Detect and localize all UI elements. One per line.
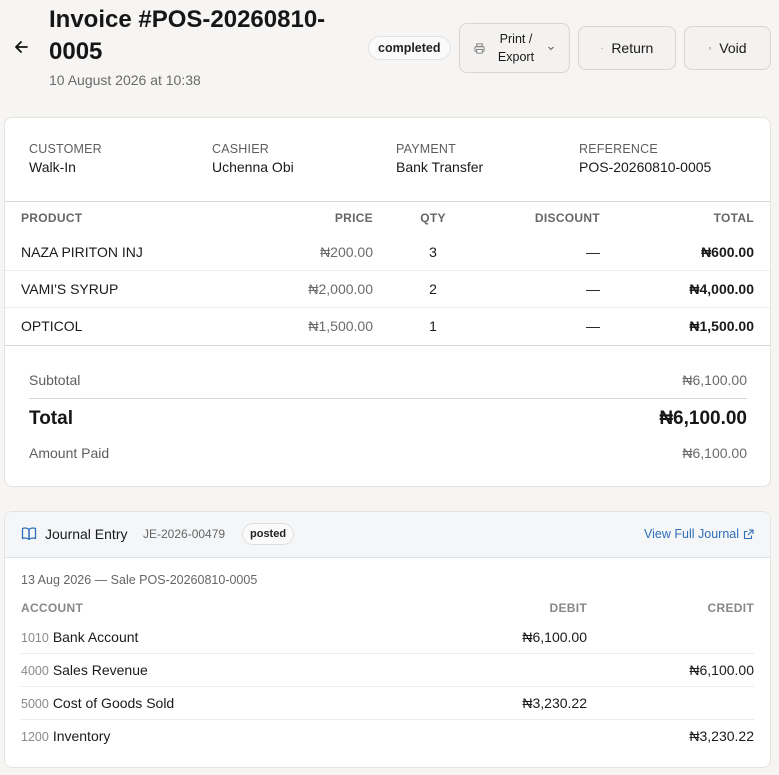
meta-payment: PAYMENT Bank Transfer — [396, 142, 483, 175]
journal-account: 1010 Bank Account — [21, 629, 138, 645]
meta-reference: REFERENCE POS-20260810-0005 — [579, 142, 711, 175]
void-label: Void — [719, 40, 747, 56]
col-debit: DEBIT — [549, 601, 587, 615]
page-header: Invoice #POS-20260810-0005 10 August 202… — [0, 0, 779, 110]
item-qty: 3 — [429, 244, 437, 260]
item-product: VAMI'S SYRUP — [21, 281, 119, 297]
external-link-icon — [743, 528, 754, 539]
account-code: 1200 — [21, 730, 49, 744]
account-name: Inventory — [52, 728, 111, 744]
account-code: 5000 — [21, 697, 49, 711]
item-discount: — — [586, 281, 600, 297]
total-line: Total ₦6,100.00 — [29, 408, 747, 430]
item-price: ₦1,500.00 — [308, 318, 373, 334]
subtotal-value: ₦6,100.00 — [682, 372, 747, 388]
invoice-date: 10 August 2026 at 10:38 — [49, 72, 201, 88]
items-divider — [5, 345, 770, 346]
return-label: Return — [611, 40, 654, 56]
arrow-left-icon — [15, 41, 28, 53]
total-value: ₦6,100.00 — [659, 408, 747, 429]
item-total: ₦1,500.00 — [689, 318, 754, 334]
journal-row: 1200 Inventory ₦3,230.22 — [21, 720, 754, 753]
printer-icon — [474, 42, 485, 54]
meta-value: Uchenna Obi — [212, 159, 294, 175]
item-total: ₦4,000.00 — [689, 281, 754, 297]
journal-debit: ₦6,100.00 — [522, 629, 587, 645]
print-export-label: Print / Export — [497, 32, 535, 64]
back-button[interactable] — [10, 36, 32, 58]
summary-divider — [29, 398, 747, 399]
col-qty: QTY — [420, 211, 446, 225]
void-icon: ▫ — [708, 43, 712, 53]
view-full-journal-link[interactable]: View Full Journal — [644, 527, 754, 541]
col-total: TOTAL — [713, 211, 754, 225]
table-row: OPTICOL ₦1,500.00 1 — ₦1,500.00 — [5, 308, 770, 345]
book-open-icon — [21, 527, 37, 540]
amount-paid-value: ₦6,100.00 — [682, 445, 747, 461]
journal-header: Journal Entry JE-2026-00479 posted View … — [5, 512, 770, 558]
journal-credit: ₦6,100.00 — [689, 662, 754, 678]
total-label: Total — [29, 408, 73, 429]
item-product: OPTICOL — [21, 318, 83, 334]
meta-customer: CUSTOMER Walk-In — [29, 142, 102, 175]
meta-value: Walk-In — [29, 159, 76, 175]
return-icon: · — [600, 43, 604, 53]
col-account: ACCOUNT — [21, 601, 84, 615]
table-row: NAZA PIRITON INJ ₦200.00 3 — ₦600.00 — [5, 234, 770, 271]
journal-entry-card: Journal Entry JE-2026-00479 posted View … — [4, 511, 771, 768]
journal-status-badge: posted — [242, 523, 295, 545]
meta-label: REFERENCE — [579, 142, 658, 156]
page-title: Invoice #POS-20260810-0005 — [49, 6, 326, 65]
amount-paid-label: Amount Paid — [29, 445, 110, 461]
journal-row: 5000 Cost of Goods Sold ₦3,230.22 — [21, 687, 754, 720]
account-name: Cost of Goods Sold — [52, 695, 175, 711]
items-table-header: PRODUCT PRICE QTY DISCOUNT TOTAL — [5, 202, 770, 234]
journal-credit: ₦3,230.22 — [689, 728, 754, 744]
chevron-down-icon — [548, 46, 554, 51]
account-name: Sales Revenue — [52, 662, 148, 678]
journal-table-header: ACCOUNT DEBIT CREDIT — [5, 601, 770, 619]
return-button[interactable]: · Return — [578, 26, 676, 70]
item-discount: — — [586, 244, 600, 260]
journal-debit: ₦3,230.22 — [522, 695, 587, 711]
subtotal-label: Subtotal — [29, 372, 81, 388]
item-qty: 1 — [429, 318, 437, 334]
item-total: ₦600.00 — [701, 244, 754, 260]
meta-label: CASHIER — [212, 142, 269, 156]
item-price: ₦200.00 — [320, 244, 373, 260]
meta-value: POS-20260810-0005 — [579, 159, 712, 175]
account-code: 1010 — [21, 631, 49, 645]
col-credit: CREDIT — [707, 601, 754, 615]
journal-account: 1200 Inventory — [21, 728, 110, 744]
meta-label: CUSTOMER — [29, 142, 102, 156]
sale-meta: CUSTOMER Walk-In CASHIER Uchenna Obi PAY… — [5, 118, 770, 202]
sale-details-card: CUSTOMER Walk-In CASHIER Uchenna Obi PAY… — [4, 117, 771, 487]
journal-title: Journal Entry — [45, 526, 128, 542]
subtotal-line: Subtotal ₦6,100.00 — [29, 372, 747, 388]
view-full-journal-label: View Full Journal — [644, 527, 739, 541]
meta-cashier: CASHIER Uchenna Obi — [212, 142, 294, 175]
amount-paid-line: Amount Paid ₦6,100.00 — [29, 445, 747, 461]
status-badge: completed — [368, 36, 451, 60]
journal-id: JE-2026-00479 — [143, 527, 226, 541]
meta-label: PAYMENT — [396, 142, 456, 156]
col-discount: DISCOUNT — [534, 211, 600, 225]
journal-account: 5000 Cost of Goods Sold — [21, 695, 174, 711]
journal-description: 13 Aug 2026 — Sale POS-20260810-0005 — [21, 573, 258, 587]
journal-row: 1010 Bank Account ₦6,100.00 — [21, 621, 754, 654]
meta-value: Bank Transfer — [396, 159, 484, 175]
journal-row: 4000 Sales Revenue ₦6,100.00 — [21, 654, 754, 687]
item-qty: 2 — [429, 281, 437, 297]
print-export-button[interactable]: Print / Export — [459, 23, 570, 73]
account-code: 4000 — [21, 664, 49, 678]
account-name: Bank Account — [52, 629, 139, 645]
journal-account: 4000 Sales Revenue — [21, 662, 148, 678]
col-product: PRODUCT — [21, 211, 83, 225]
table-row: VAMI'S SYRUP ₦2,000.00 2 — ₦4,000.00 — [5, 271, 770, 308]
item-discount: — — [586, 318, 600, 334]
item-price: ₦2,000.00 — [308, 281, 373, 297]
col-price: PRICE — [334, 211, 373, 225]
void-button[interactable]: ▫ Void — [684, 26, 771, 70]
item-product: NAZA PIRITON INJ — [21, 244, 143, 260]
